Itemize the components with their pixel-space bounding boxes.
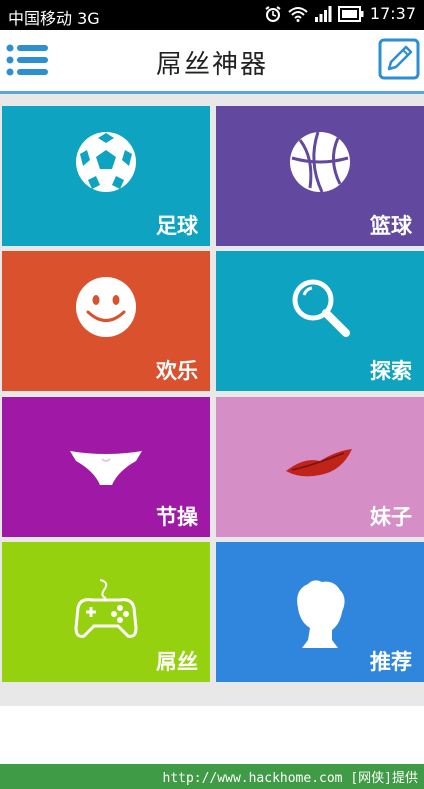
watermark-bar: http://www.hackhome.com [网侠]提供 bbox=[0, 764, 424, 789]
page-title: 屌丝神器 bbox=[155, 50, 268, 80]
person-head-icon bbox=[297, 580, 345, 648]
tile-label: 屌丝 bbox=[156, 650, 198, 674]
tile-integrity[interactable]: 节操 bbox=[2, 397, 210, 537]
tile-basketball[interactable]: 篮球 bbox=[216, 106, 424, 246]
tile-label: 足球 bbox=[156, 214, 198, 238]
status-icons: 17:37 bbox=[264, 4, 416, 23]
tile-label: 篮球 bbox=[370, 214, 412, 238]
tile-label: 推荐 bbox=[370, 650, 412, 674]
tile-diaosi[interactable]: 屌丝 bbox=[2, 542, 210, 682]
edit-icon bbox=[378, 38, 420, 80]
smiley-icon bbox=[76, 277, 136, 337]
underwear-icon bbox=[70, 451, 142, 485]
signal-icon bbox=[314, 5, 332, 22]
tile-soccer[interactable]: 足球 bbox=[2, 106, 210, 246]
status-bar: 中国移动 3G 17:37 bbox=[0, 0, 424, 30]
gamepad-icon bbox=[74, 579, 138, 638]
soccer-ball-icon bbox=[76, 132, 136, 192]
tile-label: 探索 bbox=[370, 359, 412, 383]
basketball-icon bbox=[290, 131, 350, 193]
tile-fun[interactable]: 欢乐 bbox=[2, 251, 210, 391]
tile-label: 妹子 bbox=[370, 505, 412, 529]
carrier-label: 中国移动 3G bbox=[8, 9, 100, 28]
app-header: 屌丝神器 bbox=[0, 30, 424, 94]
clock-time: 17:37 bbox=[369, 4, 416, 23]
wifi-icon bbox=[288, 6, 308, 22]
magnifier-icon bbox=[292, 279, 350, 337]
battery-icon bbox=[337, 5, 364, 22]
edit-button[interactable] bbox=[378, 38, 420, 80]
tile-label: 欢乐 bbox=[156, 359, 198, 383]
tile-label: 节操 bbox=[156, 505, 198, 529]
site-credit: http://www.hackhome.com [网侠]提供 bbox=[162, 771, 419, 786]
tile-girls[interactable]: 妹子 bbox=[216, 397, 424, 537]
tile-recommend[interactable]: 推荐 bbox=[216, 542, 424, 682]
lips-icon bbox=[286, 449, 352, 477]
alarm-icon bbox=[265, 5, 281, 22]
tile-explore[interactable]: 探索 bbox=[216, 251, 424, 391]
